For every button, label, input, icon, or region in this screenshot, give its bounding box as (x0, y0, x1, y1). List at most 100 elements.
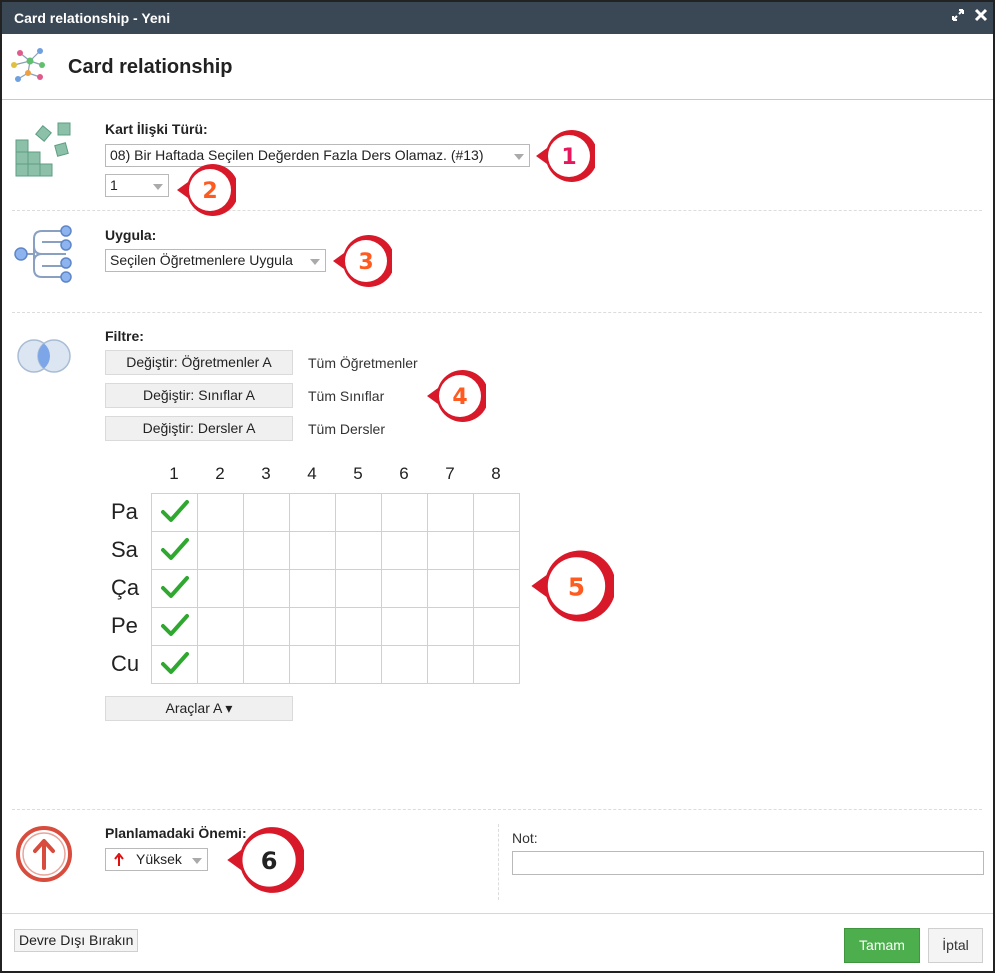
grid-cell[interactable] (289, 493, 336, 532)
callout-marker: 2 (177, 164, 236, 216)
relation-type-label: Kart İlişki Türü: (105, 121, 208, 137)
importance-select[interactable]: Yüksek (105, 848, 208, 871)
grid-cell[interactable] (243, 645, 290, 684)
callout-marker: 1 (536, 130, 595, 182)
grid-cell[interactable] (197, 607, 244, 646)
title-bar[interactable]: Card relationship - Yeni (2, 2, 993, 34)
disable-button[interactable]: Devre Dışı Bırakın (14, 929, 139, 952)
grid-cell[interactable] (243, 531, 290, 570)
grid-cell[interactable] (473, 531, 520, 570)
grid-cell[interactable] (473, 493, 520, 532)
grid-column-header: 6 (399, 464, 409, 483)
checkmark-icon (160, 576, 189, 598)
grid-cell[interactable] (427, 531, 474, 570)
grid-column-header: 2 (215, 464, 225, 483)
note-input[interactable] (512, 851, 984, 875)
apply-select[interactable]: Seçilen Öğretmenlere Uygula (105, 249, 326, 272)
section-divider (12, 210, 982, 211)
callout-marker: 4 (427, 370, 486, 422)
expand-arrows-icon (952, 9, 964, 21)
grid-cell[interactable] (381, 645, 428, 684)
tools-button[interactable]: Araçlar A ▾ (105, 696, 293, 721)
grid-cell[interactable] (243, 493, 290, 532)
grid-cell[interactable] (473, 645, 520, 684)
dialog-window: Card relationship - Yeni Card relationsh… (0, 0, 995, 973)
relation-type-select[interactable]: 08) Bir Haftada Seçilen Değerden Fazla D… (105, 144, 530, 167)
grid-column-header: 3 (261, 464, 271, 483)
dialog-header: Card relationship (2, 34, 993, 100)
grid-cell[interactable] (381, 569, 428, 608)
value-select[interactable]: 1 (105, 174, 169, 197)
grid-cell[interactable] (427, 607, 474, 646)
chevron-down-icon (192, 858, 202, 864)
grid-cell[interactable] (335, 493, 382, 532)
relation-type-value: 08) Bir Haftada Seçilen Değerden Fazla D… (110, 147, 484, 163)
ok-button[interactable]: Tamam (844, 928, 920, 963)
change-subjects-button[interactable]: Değiştir: Dersler A (105, 416, 293, 441)
grid-column-header: 8 (491, 464, 501, 483)
maximize-icon[interactable] (949, 8, 967, 26)
grid-cell[interactable] (473, 569, 520, 608)
callout-marker: 5 (531, 550, 614, 622)
grid-cell[interactable] (151, 607, 198, 646)
grid-cell[interactable] (289, 569, 336, 608)
window-title: Card relationship - Yeni (14, 10, 171, 26)
close-x-icon (974, 8, 988, 22)
branch-icon (14, 225, 72, 283)
grid-row (151, 493, 520, 532)
section-divider (12, 809, 982, 810)
grid-cell[interactable] (335, 569, 382, 608)
blocks-icon (15, 122, 71, 177)
grid-cell[interactable] (151, 531, 198, 570)
checkmark-icon (160, 614, 189, 636)
grid-cell[interactable] (381, 531, 428, 570)
grid-cell[interactable] (151, 645, 198, 684)
grid-cell[interactable] (151, 493, 198, 532)
grid-cell[interactable] (381, 607, 428, 646)
page-title: Card relationship (68, 56, 233, 78)
change-classes-button[interactable]: Değiştir: Sınıflar A (105, 383, 293, 408)
grid-cell[interactable] (335, 531, 382, 570)
venn-diagram-icon (17, 339, 71, 373)
grid-cell[interactable] (197, 569, 244, 608)
grid-cell[interactable] (151, 569, 198, 608)
section-divider (12, 312, 982, 313)
grid-row-header: Cu (111, 651, 140, 676)
grid-cell[interactable] (427, 493, 474, 532)
callout-number: 6 (261, 847, 278, 875)
grid-cell[interactable] (197, 531, 244, 570)
grid-cell[interactable] (289, 531, 336, 570)
grid-row (151, 645, 520, 684)
grid-row-header: Pa (111, 499, 138, 524)
checkmark-icon (160, 538, 189, 560)
grid-cell[interactable] (197, 645, 244, 684)
value-select-value: 1 (110, 177, 118, 193)
chevron-down-icon (153, 184, 163, 190)
close-icon[interactable] (972, 8, 990, 26)
grid-cell[interactable] (289, 607, 336, 646)
grid-row (151, 569, 520, 608)
arrow-up-circle-icon (16, 826, 72, 882)
grid-cell[interactable] (243, 569, 290, 608)
grid-cell[interactable] (473, 607, 520, 646)
grid-cell[interactable] (335, 645, 382, 684)
grid-row (151, 607, 520, 646)
grid-cell[interactable] (335, 607, 382, 646)
grid-cell[interactable] (243, 607, 290, 646)
teachers-filter-value: Tüm Öğretmenler (308, 355, 418, 371)
grid-cell[interactable] (289, 645, 336, 684)
red-arrow-up-icon (114, 853, 124, 866)
grid-column-header: 1 (169, 464, 179, 483)
grid-column-header: 7 (445, 464, 455, 483)
grid-cell[interactable] (197, 493, 244, 532)
change-teachers-button[interactable]: Değiştir: Öğretmenler A (105, 350, 293, 375)
cancel-button[interactable]: İptal (928, 928, 983, 963)
grid-cell[interactable] (427, 569, 474, 608)
grid-cell[interactable] (427, 645, 474, 684)
callout-number: 1 (561, 145, 576, 170)
grid-cell[interactable] (381, 493, 428, 532)
note-label: Not: (512, 830, 538, 846)
filter-label: Filtre: (105, 328, 144, 344)
callout-marker: 6 (227, 827, 304, 893)
callout-number: 5 (568, 573, 585, 602)
